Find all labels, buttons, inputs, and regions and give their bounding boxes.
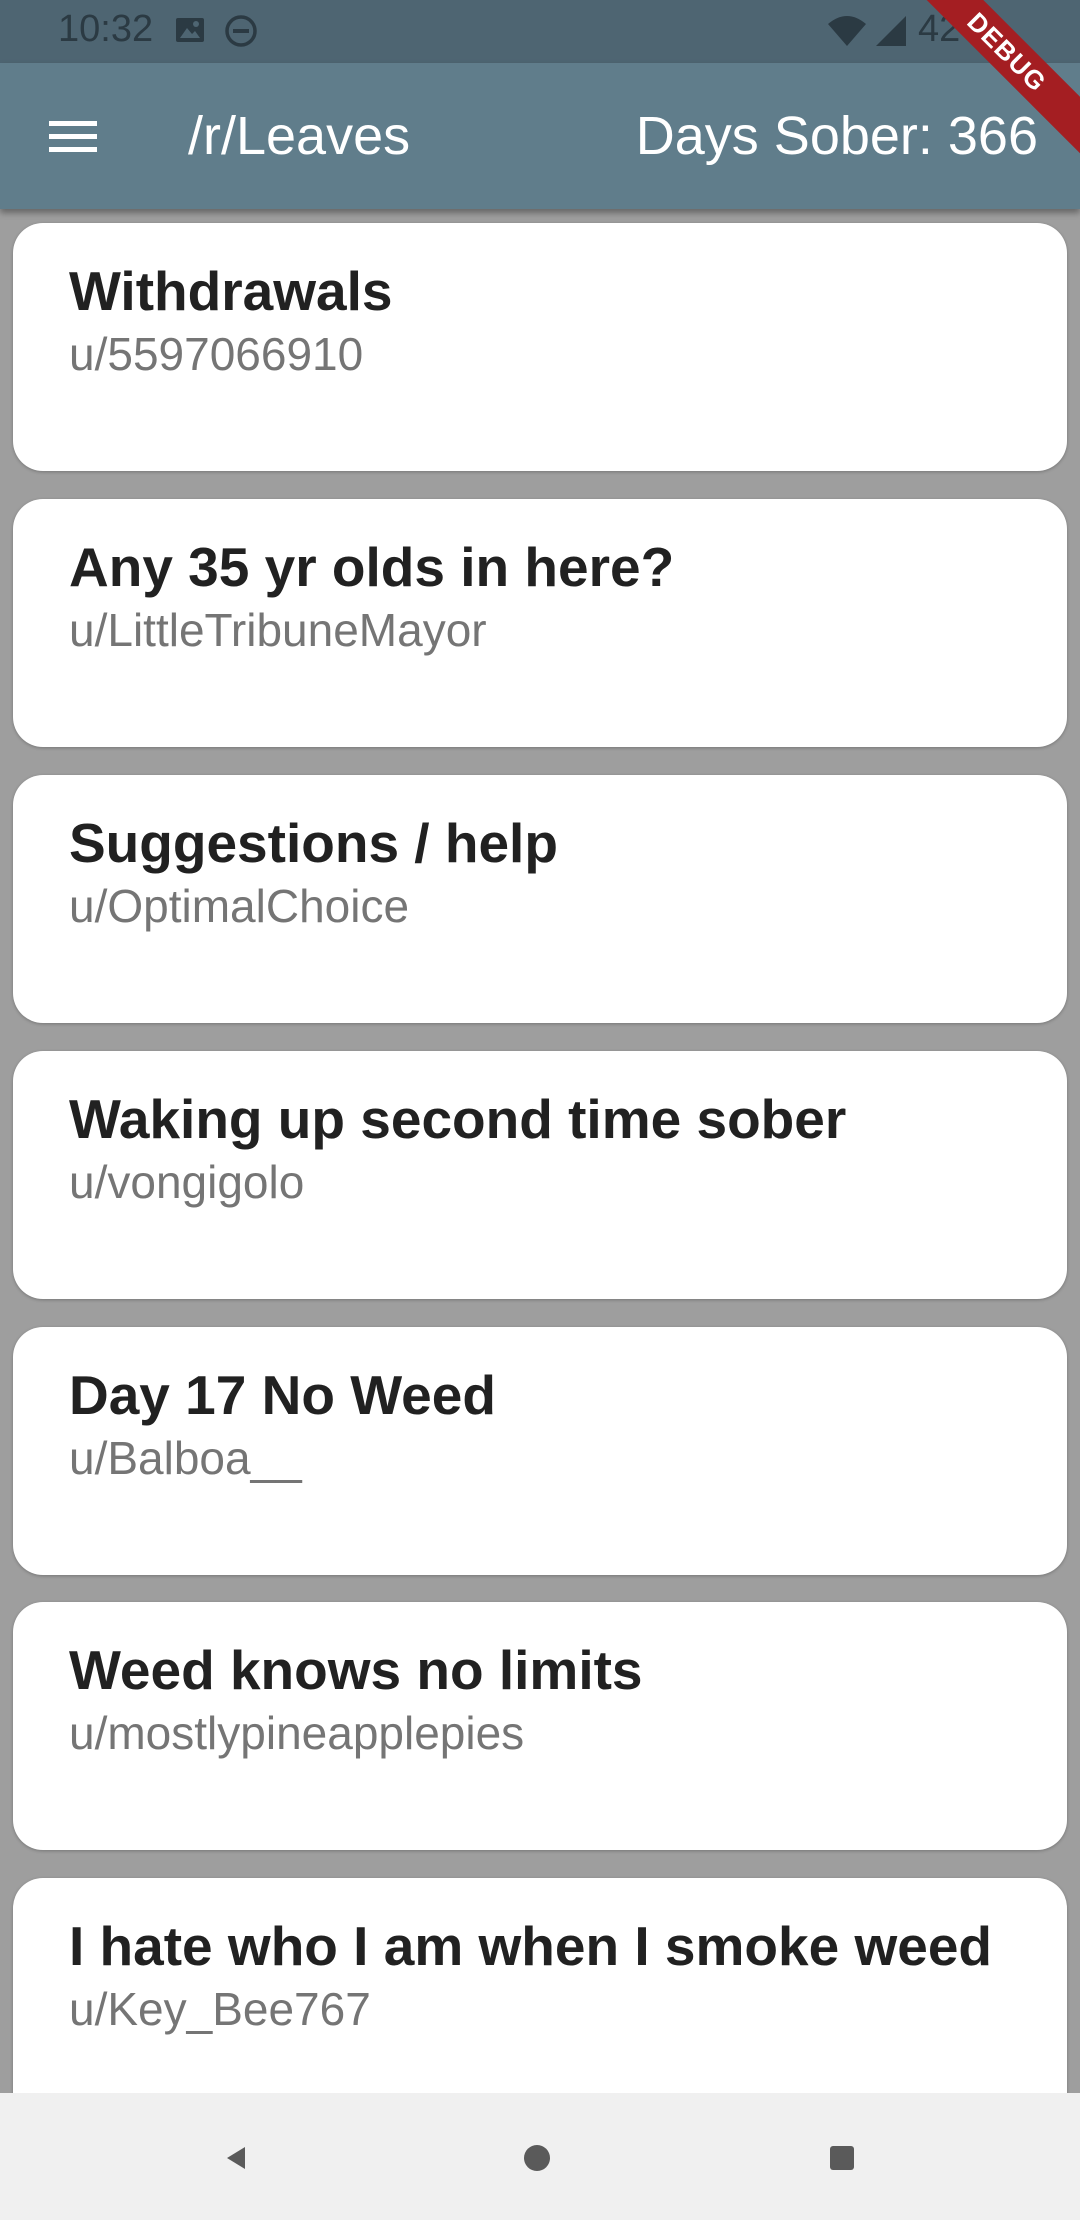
post-title: Waking up second time sober [69,1088,847,1150]
post-card[interactable]: Weed knows no limits u/mostlypineapplepi… [13,1602,1067,1850]
post-card[interactable]: Withdrawals u/5597066910 [13,223,1067,471]
post-title: I hate who I am when I smoke weed [69,1915,993,1977]
post-card[interactable]: Suggestions / help u/OptimalChoice [13,775,1067,1023]
post-title: Any 35 yr olds in here? [69,536,675,598]
post-title: Withdrawals [69,260,393,322]
post-card[interactable]: Waking up second time sober u/vongigolo [13,1051,1067,1299]
post-card[interactable]: Day 17 No Weed u/Balboa__ [13,1327,1067,1575]
menu-button[interactable] [34,97,112,175]
post-author: u/vongigolo [69,1156,305,1208]
post-author: u/Balboa__ [69,1432,302,1484]
debug-banner-label: DEBUG [900,0,1080,162]
hamburger-menu-icon [34,97,112,175]
post-title: Day 17 No Weed [69,1364,496,1426]
post-author: u/LittleTribuneMayor [69,604,487,656]
back-icon[interactable] [211,2133,261,2183]
post-title: Suggestions / help [69,812,558,874]
do-not-disturb-icon [224,14,258,53]
status-time: 10:32 [58,8,154,50]
post-list[interactable]: Withdrawals u/5597066910 Any 35 yr olds … [0,209,1080,2093]
post-title: Weed knows no limits [69,1639,643,1701]
home-icon[interactable] [512,2133,562,2183]
image-icon [174,14,206,51]
post-author: u/mostlypineapplepies [69,1707,525,1759]
system-navigation-bar [0,2093,1080,2220]
page-title: /r/Leaves [188,106,411,166]
post-card[interactable]: I hate who I am when I smoke weed u/Key_… [13,1878,1067,2093]
post-author: u/Key_Bee767 [69,1983,371,2035]
post-card[interactable]: Any 35 yr olds in here? u/LittleTribuneM… [13,499,1067,747]
post-author: u/OptimalChoice [69,880,410,932]
post-author: u/5597066910 [69,328,364,380]
wifi-icon [826,14,868,53]
debug-banner: DEBUG [900,0,1080,180]
recents-icon[interactable] [817,2133,867,2183]
